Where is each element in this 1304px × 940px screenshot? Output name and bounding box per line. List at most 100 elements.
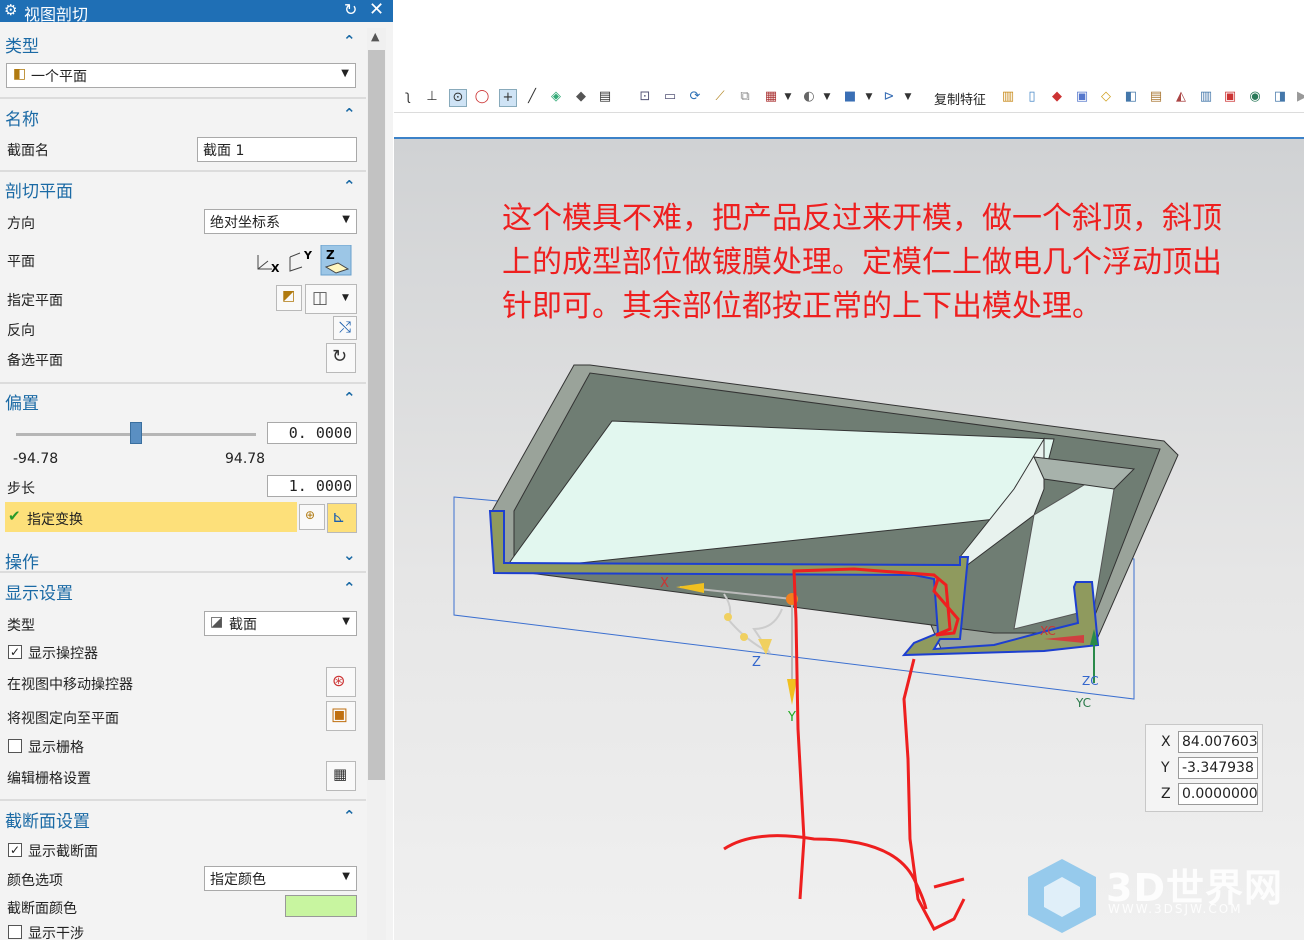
view-orient-icon[interactable]: ⊳ (881, 89, 897, 105)
body-icon[interactable]: ◆ (573, 89, 589, 105)
circle-snap-icon[interactable]: ◯ (474, 89, 490, 105)
face-icon[interactable]: ◈ (548, 89, 564, 105)
coordinate-input-panel: X 84.007603 Y -3.347938 Z 0.0000000 (1145, 724, 1263, 812)
scroll-up-icon[interactable]: ▲ (371, 30, 379, 43)
section-header-display[interactable]: 显示设置 ⌃ (0, 575, 366, 605)
specify-plane-button[interactable]: ◩ (276, 285, 302, 311)
slab-icon[interactable]: ◇ (1098, 89, 1114, 105)
box-icon[interactable]: ▣ (1074, 89, 1090, 105)
section-header-name[interactable]: 名称 ⌃ (0, 101, 366, 131)
alt-plane-label: 备选平面 (7, 353, 63, 369)
chamfer-icon[interactable]: ◭ (1173, 89, 1189, 105)
section-header-section-settings[interactable]: 截断面设置 ⌃ (0, 803, 366, 833)
show-manipulator-checkbox[interactable]: ✓ (8, 645, 22, 659)
reset-icon[interactable]: ↻ (344, 0, 357, 19)
layer-icon[interactable]: ⧉ (737, 89, 753, 105)
direction-select[interactable]: 绝对坐标系 ▼ (204, 209, 357, 234)
manipulator-y-handle[interactable] (787, 679, 797, 705)
watermark-cube-icon (1028, 859, 1096, 933)
rotate-handle[interactable] (740, 633, 748, 641)
measure-icon[interactable]: ⟋ (712, 89, 728, 105)
graphics-viewport[interactable]: X Y Z XC YC ZC 这个模具不难，把产品反过来开模，做一个斜顶，斜顶 … (394, 139, 1304, 940)
offset-slider-thumb[interactable] (130, 422, 142, 444)
view-fit-icon[interactable]: ⊡ (637, 89, 653, 105)
plane-x-icon[interactable]: X (257, 255, 280, 275)
coord-y-input[interactable]: -3.347938 (1178, 757, 1258, 779)
section-header-type[interactable]: 类型 ⌃ (0, 28, 366, 58)
section-color-swatch[interactable] (285, 895, 357, 917)
line-icon[interactable]: ╱ (524, 89, 540, 105)
collapse-icon[interactable]: ⌃ (343, 579, 356, 597)
plane-select-icon: ◩ (282, 288, 296, 304)
more-icon[interactable]: ▶ (1294, 89, 1304, 105)
calendar-icon[interactable]: ▦ (763, 89, 779, 105)
svg-text:Z: Z (326, 248, 335, 262)
screen-icon[interactable]: ▭ (662, 89, 678, 105)
tool-icon[interactable]: ◨ (1272, 89, 1288, 105)
step-value-input[interactable]: 1. 0000 (267, 475, 357, 497)
rotate-icon[interactable]: ⟳ (687, 89, 703, 105)
chevron-down-icon[interactable]: ▼ (861, 89, 877, 105)
direction-label: 方向 (7, 216, 35, 232)
color-option-select[interactable]: 指定颜色 ▼ (204, 866, 357, 891)
chevron-down-icon[interactable]: ▼ (819, 89, 835, 105)
orient-view-button[interactable]: ▣ (326, 701, 356, 731)
alternate-plane-button[interactable]: ↻ (326, 343, 356, 373)
component-icon[interactable]: ▤ (597, 89, 613, 105)
plane-dialog-dropdown[interactable]: ◫ ▼ (305, 284, 357, 314)
section-name-input[interactable]: 截面 1 (197, 137, 357, 162)
coord-x-input[interactable]: 84.007603 (1178, 731, 1258, 753)
reverse-direction-button[interactable]: ⤭ (333, 316, 357, 340)
block-icon[interactable]: ◧ (1123, 89, 1139, 105)
close-icon[interactable]: ✕ (369, 0, 384, 20)
rotate-handle[interactable] (724, 613, 732, 621)
collapse-icon[interactable]: ⌃ (343, 32, 356, 50)
chevron-down-icon[interactable]: ▼ (780, 89, 796, 105)
chevron-down-icon[interactable]: ▼ (900, 89, 916, 105)
dialog-scrollbar[interactable]: ▲ (367, 28, 386, 940)
divider (0, 799, 366, 801)
coord-z-input[interactable]: 0.0000000 (1178, 783, 1258, 805)
transform-point-button[interactable]: ⊕ (299, 504, 325, 530)
center-point-icon[interactable]: ⊙ (449, 89, 467, 107)
show-grid-checkbox[interactable] (8, 739, 22, 753)
section-header-operation[interactable]: 操作 ⌄ (0, 544, 366, 574)
offset-value-input[interactable]: 0. 0000 (267, 422, 357, 444)
collapse-icon[interactable]: ⌃ (343, 105, 356, 123)
cylinder-icon[interactable]: ▯ (1024, 89, 1040, 105)
sync-icon[interactable]: ◉ (1247, 89, 1263, 105)
partial-checkbox[interactable] (8, 925, 22, 939)
boolean-icon[interactable]: ▣ (1222, 89, 1238, 105)
section-label: 显示设置 (5, 584, 73, 604)
plane-orientation-buttons: X Y Z (257, 245, 352, 276)
collapse-icon[interactable]: ⌃ (343, 807, 356, 825)
scrollbar-thumb[interactable] (368, 50, 385, 780)
pattern-icon[interactable]: ▥ (1198, 89, 1214, 105)
feature-icon-1[interactable]: ▥ (1000, 89, 1016, 105)
feature-icon-2[interactable]: ◆ (1049, 89, 1065, 105)
chevron-down-icon: ▼ (342, 214, 350, 225)
collapse-icon[interactable]: ⌃ (343, 389, 356, 407)
render-style-icon[interactable]: ◐ (801, 89, 817, 105)
manipulator-icon: ⊛ (332, 671, 346, 690)
cube-icon[interactable]: ■ (842, 89, 858, 105)
gear-icon[interactable]: ⚙ (4, 1, 17, 19)
section-header-offset[interactable]: 偏置 ⌃ (0, 385, 366, 415)
copy-feature-button[interactable]: 复制特征 (934, 89, 986, 108)
crosshair-icon[interactable]: + (499, 89, 517, 107)
stack-icon[interactable]: ▤ (1148, 89, 1164, 105)
move-manipulator-button[interactable]: ⊛ (326, 667, 356, 697)
specify-transform-row[interactable]: ✔ 指定变换 (5, 502, 297, 532)
show-section-checkbox[interactable]: ✓ (8, 843, 22, 857)
section-header-cut-plane[interactable]: 剖切平面 ⌃ (0, 173, 366, 203)
chevron-down-icon: ▼ (342, 293, 349, 303)
edit-grid-button[interactable]: ▦ (326, 761, 356, 791)
expand-icon[interactable]: ⌄ (343, 546, 356, 564)
curve-icon[interactable]: ʅ (400, 89, 416, 105)
tangent-icon[interactable]: ⊥ (424, 89, 440, 105)
csys-dialog-button[interactable]: ⊾ (327, 503, 357, 533)
plane-y-icon[interactable]: Y (289, 249, 313, 272)
collapse-icon[interactable]: ⌃ (343, 177, 356, 195)
type-select[interactable]: ◧ 一个平面 ▼ (6, 63, 356, 88)
display-type-select[interactable]: ◪ 截面 ▼ (204, 611, 357, 636)
